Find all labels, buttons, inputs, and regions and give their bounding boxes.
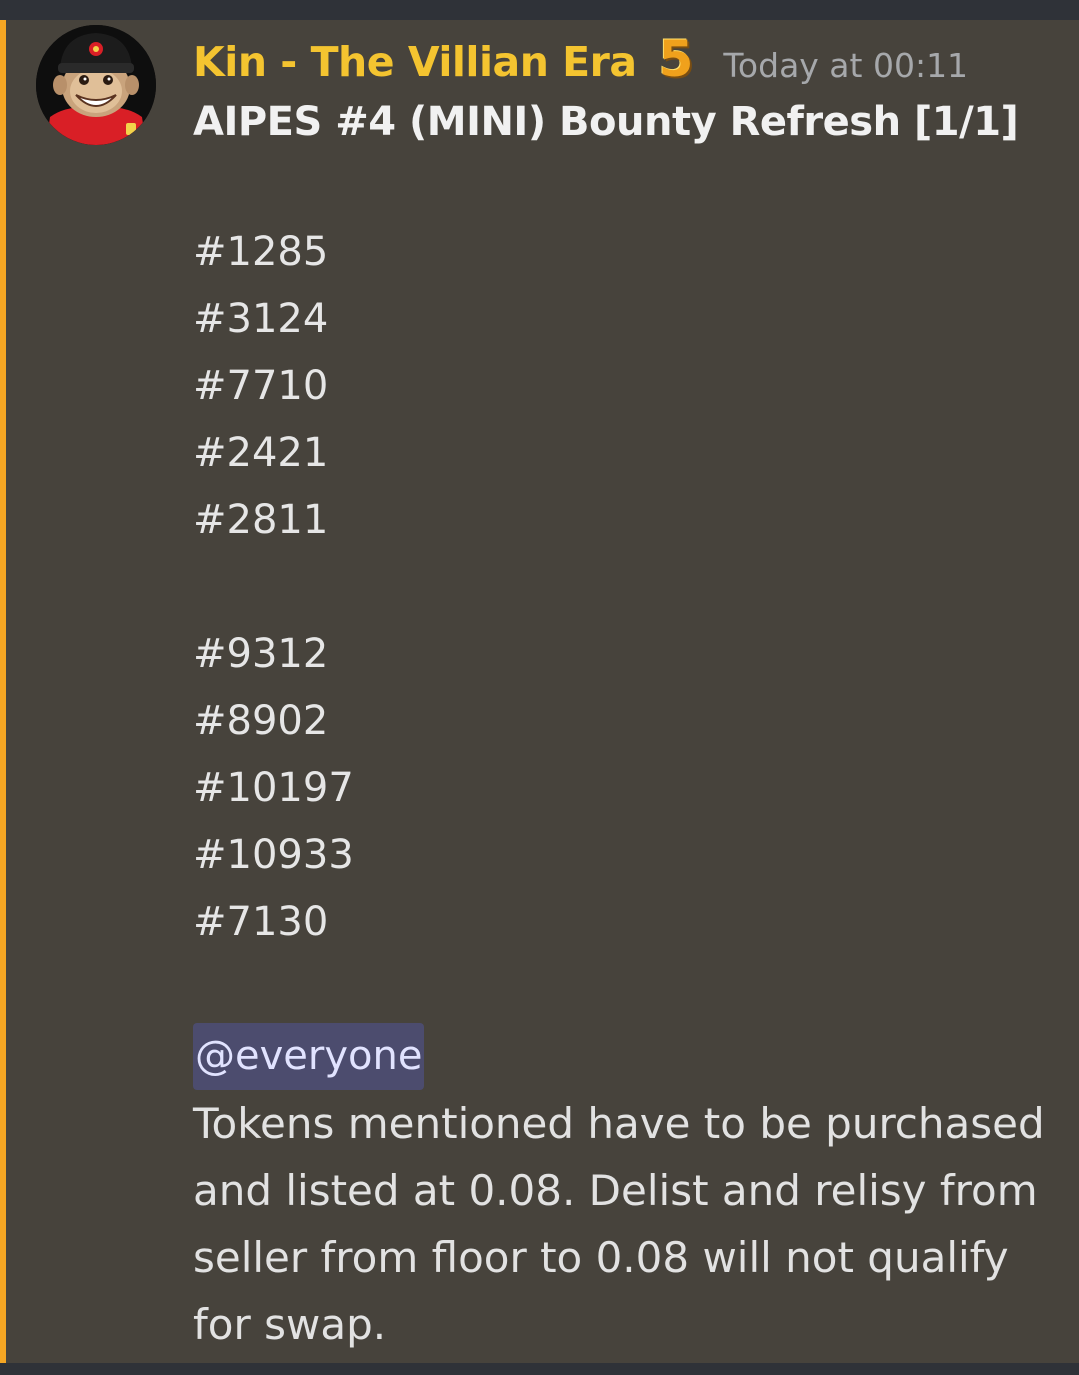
token-id: #8902 [193, 698, 329, 744]
token-id: #2811 [193, 497, 329, 543]
body-line: Tokens mentioned have to be purchased [193, 1099, 1045, 1148]
token-id: #9312 [193, 631, 329, 677]
monkey-avatar-icon [36, 25, 156, 145]
message-body: Tokens mentioned have to be purchased an… [193, 1090, 1053, 1358]
body-line: and listed at 0.08. Delist and relisy fr… [193, 1166, 1038, 1215]
message-content: AIPES #4 (MINI) Bounty Refresh [1/1] #12… [193, 92, 1053, 1358]
body-line: seller from floor to 0.08 will not quali… [193, 1233, 1009, 1282]
message-item: Kin - The Villian Era 5 Today at 00:11 A… [0, 20, 1079, 1363]
token-id: #10197 [193, 765, 354, 811]
token-id: #2421 [193, 430, 329, 476]
body-line: for swap. [193, 1300, 387, 1349]
message-title: AIPES #4 (MINI) Bounty Refresh [1/1] [193, 99, 1019, 145]
mention-line: @everyone [193, 1023, 1053, 1090]
token-id: #7710 [193, 363, 329, 409]
token-id: #10933 [193, 832, 354, 878]
mention-highlight-bar [0, 20, 6, 1363]
token-id: #3124 [193, 296, 329, 342]
level-badge: 5 [658, 30, 694, 88]
everyone-mention[interactable]: @everyone [193, 1023, 425, 1090]
discord-chat-frame: Kin - The Villian Era 5 Today at 00:11 A… [0, 0, 1079, 1375]
token-id: #1285 [193, 229, 329, 275]
author-username[interactable]: Kin - The Villian Era [193, 38, 637, 86]
message-header: Kin - The Villian Era 5 Today at 00:11 [193, 32, 968, 92]
token-id: #7130 [193, 899, 329, 945]
avatar[interactable] [36, 25, 156, 145]
message-timestamp[interactable]: Today at 00:11 [723, 46, 968, 85]
bottom-divider [0, 1363, 1079, 1375]
